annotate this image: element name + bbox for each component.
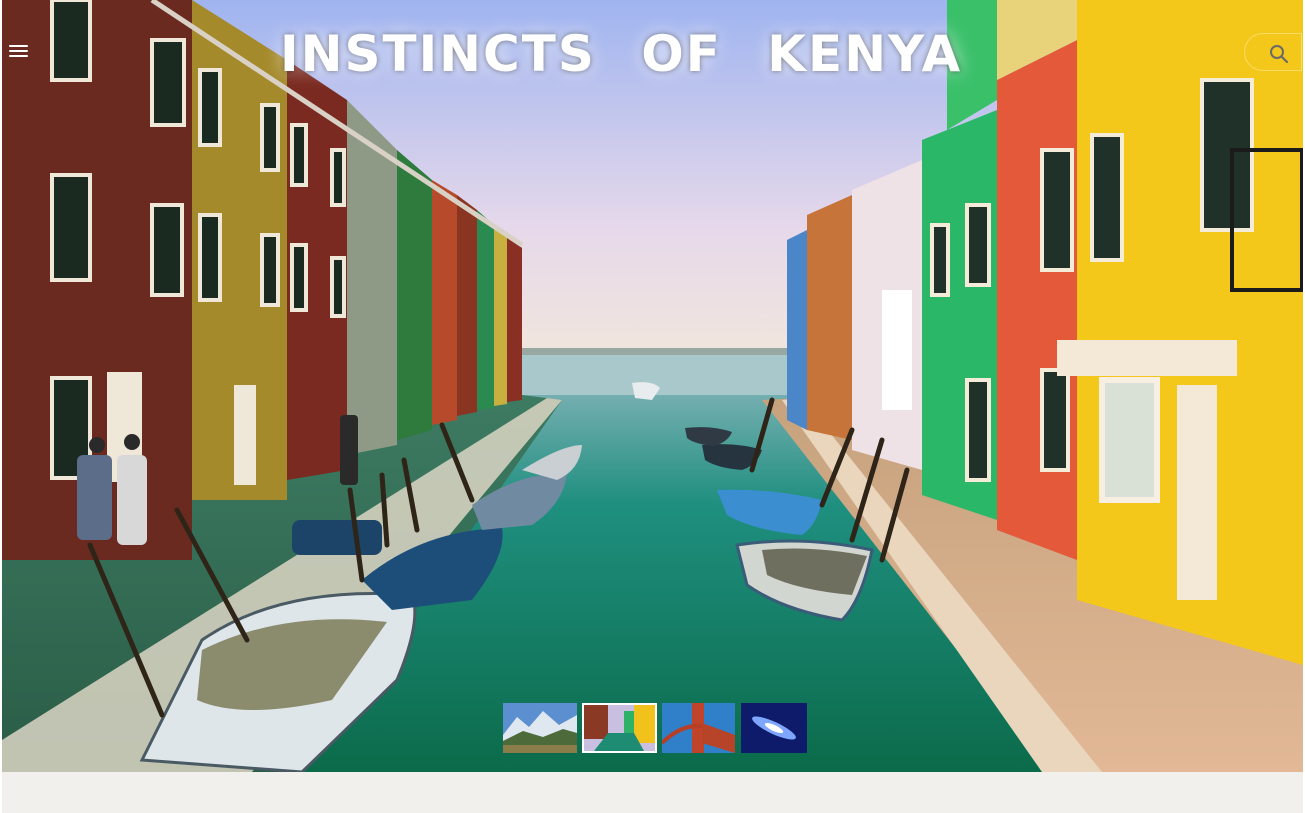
footer-band	[2, 772, 1303, 813]
site-title: INSTINCTS OF KENYA	[280, 25, 963, 83]
mountain-lake-thumbnail[interactable]	[503, 703, 577, 753]
slider-thumbnails	[503, 703, 807, 753]
search-button[interactable]	[1244, 33, 1302, 71]
red-bridge-thumbnail[interactable]	[662, 703, 735, 753]
hamburger-menu-icon[interactable]	[9, 42, 33, 64]
canal-houses-thumbnail[interactable]	[582, 703, 657, 753]
hero-image	[2, 0, 1303, 772]
search-icon	[1270, 45, 1289, 64]
blue-light-thumbnail[interactable]	[741, 703, 807, 753]
hero-banner: INSTINCTS OF KENYA	[2, 0, 1303, 772]
page: INSTINCTS OF KENYA	[0, 0, 1305, 813]
